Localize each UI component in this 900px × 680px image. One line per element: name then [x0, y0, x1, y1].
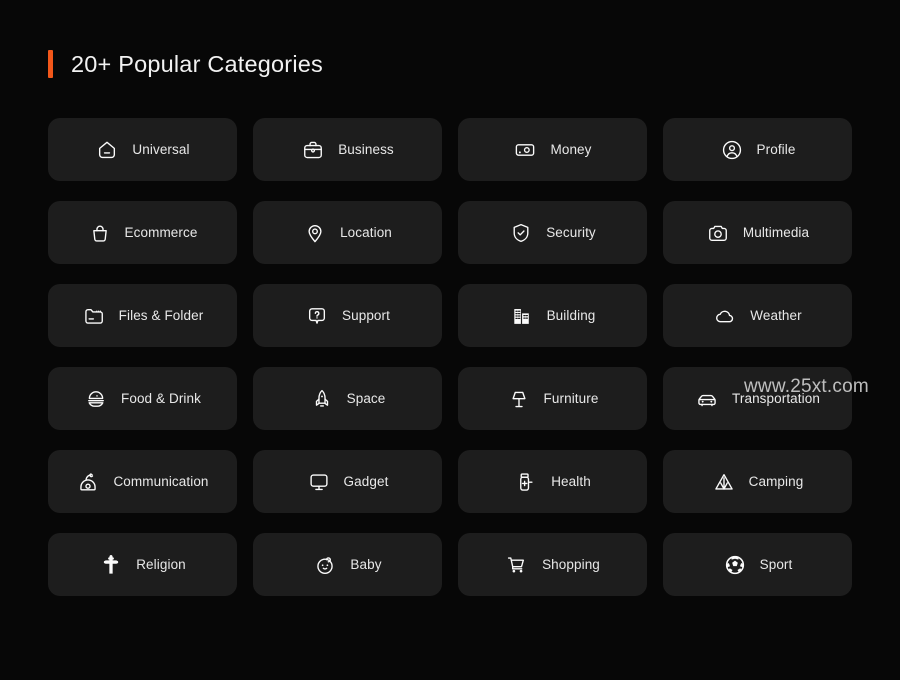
map-pin-icon	[303, 221, 327, 245]
burger-icon	[84, 387, 108, 411]
telephone-icon	[76, 470, 100, 494]
category-label: Building	[546, 308, 596, 323]
category-card[interactable]: Files & Folder	[48, 284, 237, 347]
category-label: Gadget	[343, 474, 389, 489]
category-label: Multimedia	[742, 225, 810, 240]
user-circle-icon	[720, 138, 744, 162]
category-label: Profile	[756, 142, 796, 157]
category-label: Food & Drink	[121, 391, 201, 406]
category-card[interactable]: Communication	[48, 450, 237, 513]
category-card[interactable]: Multimedia	[663, 201, 852, 264]
category-label: Camping	[748, 474, 804, 489]
category-card[interactable]: Profile	[663, 118, 852, 181]
category-label: Space	[346, 391, 386, 406]
category-card[interactable]: Support	[253, 284, 442, 347]
category-card[interactable]: Gadget	[253, 450, 442, 513]
category-card[interactable]: Camping	[663, 450, 852, 513]
tent-icon	[712, 470, 736, 494]
category-card[interactable]: Universal	[48, 118, 237, 181]
shopping-bag-icon	[88, 221, 112, 245]
folder-icon	[82, 304, 106, 328]
page-header: 20+ Popular Categories	[48, 46, 323, 82]
briefcase-icon	[301, 138, 325, 162]
baby-face-icon	[313, 553, 337, 577]
cloud-icon	[713, 304, 737, 328]
shield-check-icon	[509, 221, 533, 245]
category-label: Files & Folder	[118, 308, 204, 323]
cross-icon	[99, 553, 123, 577]
category-label: Security	[546, 225, 596, 240]
banknote-icon	[513, 138, 537, 162]
category-label: Universal	[132, 142, 190, 157]
category-label: Business	[338, 142, 394, 157]
category-card[interactable]: Ecommerce	[48, 201, 237, 264]
category-label: Support	[342, 308, 390, 323]
shopping-cart-icon	[505, 553, 529, 577]
home-icon	[95, 138, 119, 162]
car-icon	[695, 387, 719, 411]
category-card[interactable]: Transportation	[663, 367, 852, 430]
category-card[interactable]: Location	[253, 201, 442, 264]
soccer-ball-icon	[723, 553, 747, 577]
category-card[interactable]: Religion	[48, 533, 237, 596]
category-card[interactable]: Food & Drink	[48, 367, 237, 430]
camera-icon	[706, 221, 730, 245]
category-grid: Universal Business Money Profile Ecommerce Lo…	[48, 118, 852, 596]
category-label: Communication	[113, 474, 209, 489]
category-label: Ecommerce	[124, 225, 198, 240]
question-bubble-icon	[305, 304, 329, 328]
category-card[interactable]: Health	[458, 450, 647, 513]
category-card[interactable]: Building	[458, 284, 647, 347]
category-label: Shopping	[542, 557, 600, 572]
category-label: Transportation	[732, 391, 820, 406]
category-card[interactable]: Furniture	[458, 367, 647, 430]
category-label: Sport	[759, 557, 793, 572]
category-card[interactable]: Space	[253, 367, 442, 430]
building-icon	[510, 304, 534, 328]
category-card[interactable]: Baby	[253, 533, 442, 596]
category-card[interactable]: Money	[458, 118, 647, 181]
medicine-bottle-icon	[514, 470, 538, 494]
category-label: Health	[551, 474, 591, 489]
categories-page: 20+ Popular Categories Universal Business…	[0, 0, 900, 680]
category-card[interactable]: Sport	[663, 533, 852, 596]
category-label: Baby	[350, 557, 382, 572]
category-label: Religion	[136, 557, 186, 572]
rocket-icon	[310, 387, 334, 411]
category-label: Weather	[750, 308, 802, 323]
category-card[interactable]: Shopping	[458, 533, 647, 596]
accent-bar	[48, 50, 53, 78]
category-card[interactable]: Security	[458, 201, 647, 264]
category-card[interactable]: Business	[253, 118, 442, 181]
category-label: Money	[550, 142, 592, 157]
monitor-icon	[307, 470, 331, 494]
lamp-icon	[507, 387, 531, 411]
category-label: Furniture	[543, 391, 599, 406]
category-label: Location	[340, 225, 392, 240]
page-title: 20+ Popular Categories	[71, 50, 323, 77]
category-card[interactable]: Weather	[663, 284, 852, 347]
